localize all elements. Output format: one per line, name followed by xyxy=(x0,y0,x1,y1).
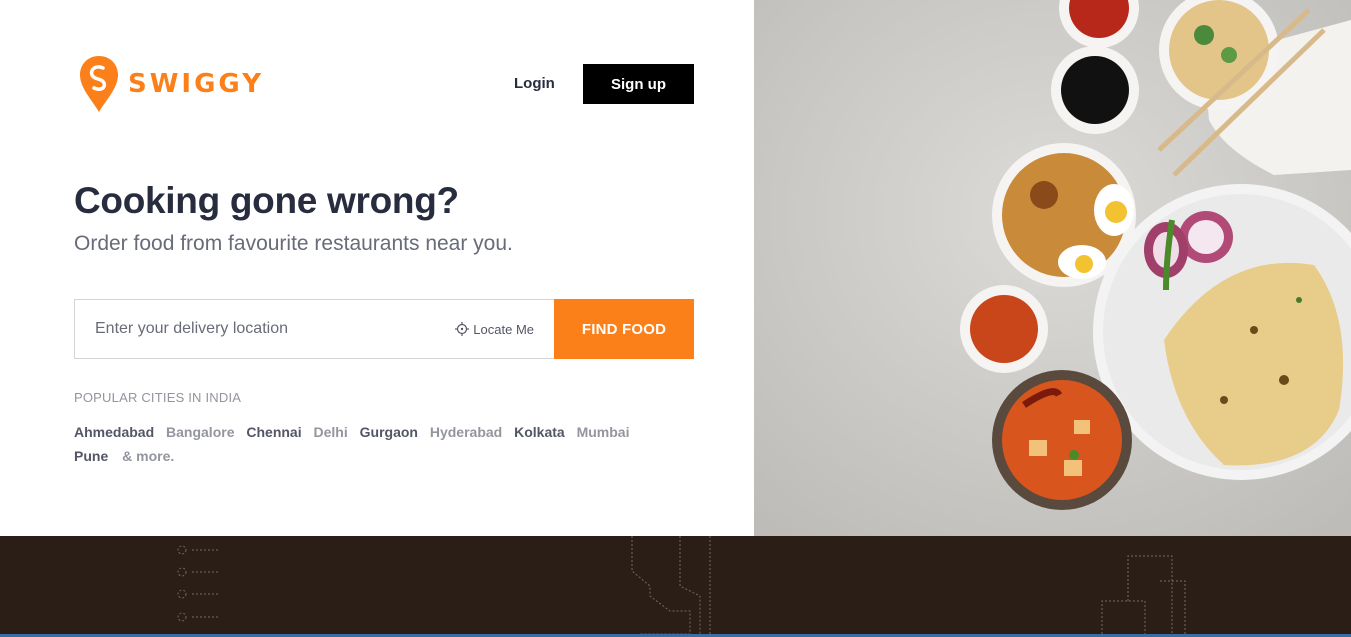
login-link[interactable]: Login xyxy=(506,64,563,104)
city-link-hyderabad[interactable]: Hyderabad xyxy=(430,420,502,444)
more-cities-link[interactable]: & more. xyxy=(122,444,174,468)
landing-left-panel: SWIGGY Login Sign up Cooking gone wrong?… xyxy=(0,0,754,536)
hero-food-image xyxy=(754,0,1351,536)
popular-cities-title: POPULAR CITIES IN INDIA xyxy=(74,390,242,405)
delivery-location-input[interactable] xyxy=(75,300,435,358)
signup-button[interactable]: Sign up xyxy=(583,64,694,104)
swiggy-logo-icon xyxy=(80,56,118,112)
popular-cities-list: Ahmedabad Bangalore Chennai Delhi Gurgao… xyxy=(74,420,654,468)
footer-decor-band xyxy=(0,536,1351,637)
city-link-mumbai[interactable]: Mumbai xyxy=(577,420,630,444)
crosshair-icon xyxy=(455,322,470,336)
hero-title: Cooking gone wrong? xyxy=(74,180,459,221)
food-illustration xyxy=(754,0,1351,536)
swiggy-logo[interactable]: SWIGGY xyxy=(80,56,264,112)
find-food-button[interactable]: FIND FOOD xyxy=(554,299,694,359)
brand-name: SWIGGY xyxy=(128,69,265,99)
locate-me-label: Locate Me xyxy=(473,321,534,337)
locate-me-button[interactable]: Locate Me xyxy=(455,300,534,358)
decorative-pattern xyxy=(177,536,1186,635)
city-link-gurgaon[interactable]: Gurgaon xyxy=(360,420,418,444)
hero-subtitle: Order food from favourite restaurants ne… xyxy=(74,232,513,255)
location-search: Locate Me xyxy=(74,299,554,359)
city-link-delhi[interactable]: Delhi xyxy=(314,420,348,444)
city-link-chennai[interactable]: Chennai xyxy=(246,420,301,444)
city-link-pune[interactable]: Pune xyxy=(74,444,108,468)
city-link-kolkata[interactable]: Kolkata xyxy=(514,420,565,444)
city-link-ahmedabad[interactable]: Ahmedabad xyxy=(74,420,154,444)
city-link-bangalore[interactable]: Bangalore xyxy=(166,420,234,444)
